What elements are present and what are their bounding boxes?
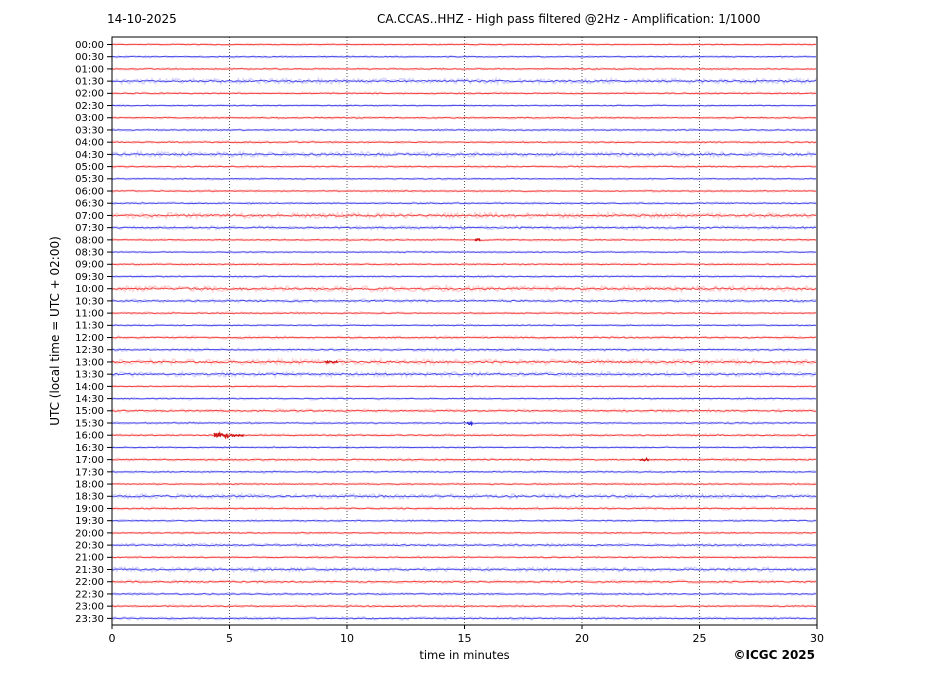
row-label-01:00: 01:00 — [75, 64, 104, 75]
trace-05:30 — [111, 177, 817, 180]
row-label-14:30: 14:30 — [75, 394, 104, 405]
row-label-02:30: 02:30 — [75, 101, 104, 112]
x-tick-label-0: 0 — [109, 632, 116, 645]
trace-12:00 — [111, 336, 817, 339]
row-label-15:30: 15:30 — [75, 418, 104, 429]
row-label-16:30: 16:30 — [75, 443, 104, 454]
seismogram-plot: 0 5 10 15 20 25 30 00:0000:3001:00 01:3002:0002:… — [75, 36, 824, 645]
row-label-01:30: 01:30 — [75, 77, 104, 88]
row-label-12:00: 12:00 — [75, 333, 104, 344]
row-label-04:30: 04:30 — [75, 150, 104, 161]
trace-03:00 — [111, 116, 817, 119]
x-tick-label-30: 30 — [810, 632, 824, 645]
row-label-00:30: 00:30 — [75, 52, 104, 63]
row-label-04:00: 04:00 — [75, 138, 104, 149]
row-label-03:00: 03:00 — [75, 113, 104, 124]
trace-23:00 — [111, 605, 817, 608]
row-label-03:30: 03:30 — [75, 125, 104, 136]
row-label-12:30: 12:30 — [75, 345, 104, 356]
row-label-17:00: 17:00 — [75, 455, 104, 466]
trace-00:00 — [111, 43, 817, 46]
row-label-14:00: 14:00 — [75, 382, 104, 393]
row-label-00:00: 00:00 — [75, 40, 104, 51]
trace-11:00 — [111, 312, 817, 314]
helicorder-figure: 14-10-2025 CA.CCAS..HHZ - High pass filt… — [0, 0, 927, 696]
row-label-13:00: 13:00 — [75, 357, 104, 368]
row-label-05:00: 05:00 — [75, 162, 104, 173]
row-label-11:00: 11:00 — [75, 309, 104, 320]
x-tick-label-15: 15 — [458, 632, 472, 645]
row-label-11:30: 11:30 — [75, 321, 104, 332]
row-label-08:00: 08:00 — [75, 235, 104, 246]
row-label-05:30: 05:30 — [75, 174, 104, 185]
row-label-09:30: 09:30 — [75, 272, 104, 283]
row-label-22:30: 22:30 — [75, 589, 104, 600]
row-label-02:00: 02:00 — [75, 89, 104, 100]
row-label-15:00: 15:00 — [75, 406, 104, 417]
row-label-17:30: 17:30 — [75, 467, 104, 478]
row-label-18:00: 18:00 — [75, 479, 104, 490]
trace-00:30 — [111, 55, 817, 58]
x-tick-label-25: 25 — [693, 632, 707, 645]
row-label-16:00: 16:00 — [75, 431, 104, 442]
row-label-13:30: 13:30 — [75, 370, 104, 381]
row-label-07:30: 07:30 — [75, 223, 104, 234]
row-label-23:00: 23:00 — [75, 602, 104, 613]
row-label-20:00: 20:00 — [75, 528, 104, 539]
trace-06:00 — [111, 190, 817, 192]
row-label-09:00: 09:00 — [75, 260, 104, 271]
row-label-21:30: 21:30 — [75, 565, 104, 576]
trace-16:30 — [111, 446, 817, 449]
trace-02:00 — [111, 92, 817, 95]
row-label-19:00: 19:00 — [75, 504, 104, 515]
copyright-text: ©ICGC 2025 — [733, 648, 815, 662]
row-label-18:30: 18:30 — [75, 492, 104, 503]
x-tick-label-10: 10 — [340, 632, 354, 645]
trace-02:30 — [111, 104, 817, 107]
row-label-06:30: 06:30 — [75, 199, 104, 210]
row-label-22:00: 22:00 — [75, 577, 104, 588]
row-label-06:00: 06:00 — [75, 186, 104, 197]
row-label-08:30: 08:30 — [75, 247, 104, 258]
row-label-10:00: 10:00 — [75, 284, 104, 295]
row-label-23:30: 23:30 — [75, 614, 104, 625]
row-label-21:00: 21:00 — [75, 553, 104, 564]
trace-11:30 — [111, 324, 817, 327]
row-label-19:30: 19:30 — [75, 516, 104, 527]
row-label-07:00: 07:00 — [75, 211, 104, 222]
row-label-20:30: 20:30 — [75, 541, 104, 552]
trace-14:00 — [111, 385, 817, 388]
x-tick-label-5: 5 — [226, 632, 233, 645]
row-label-10:30: 10:30 — [75, 296, 104, 307]
x-axis-label: time in minutes — [419, 648, 510, 662]
trace-08:30 — [111, 251, 817, 253]
x-tick-label-20: 20 — [575, 632, 589, 645]
